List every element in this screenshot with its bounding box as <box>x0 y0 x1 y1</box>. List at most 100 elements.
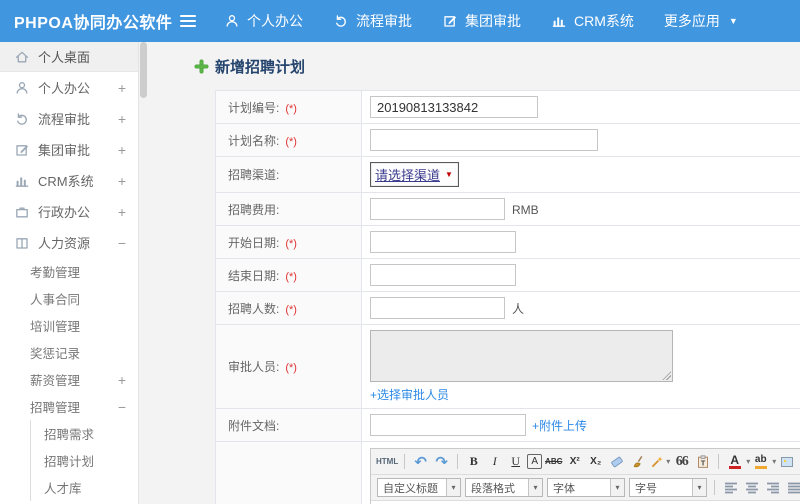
field-label: 审批人员: <box>228 360 280 374</box>
sidebar-item-group-approval[interactable]: 集团审批 + <box>0 134 138 165</box>
sidebar-item-attendance[interactable]: 考勤管理 <box>0 258 138 285</box>
html-source-button[interactable]: HTML <box>376 452 398 472</box>
expand-icon[interactable]: + <box>116 80 128 96</box>
nav-workflow-approval[interactable]: 流程审批 <box>333 11 412 31</box>
caret-down-icon[interactable]: ▾ <box>746 457 750 466</box>
bold-button[interactable]: B <box>464 452 483 472</box>
add-plus-icon <box>195 60 208 73</box>
sidebar-item-rewards[interactable]: 奖惩记录 <box>0 339 138 366</box>
underline-button[interactable]: U <box>506 452 525 472</box>
expand-icon[interactable]: + <box>116 204 128 220</box>
redo-button[interactable]: ↷ <box>432 452 451 472</box>
headcount-input[interactable] <box>370 297 505 319</box>
select-caret-icon: ▼ <box>445 170 453 179</box>
format-brush-icon[interactable] <box>628 452 647 472</box>
approver-textarea[interactable] <box>370 330 673 382</box>
required-marker: (*) <box>285 102 297 115</box>
attachment-input[interactable] <box>370 414 526 436</box>
expand-icon[interactable]: + <box>116 372 128 388</box>
align-right-icon[interactable] <box>763 478 782 498</box>
select-approver-link[interactable]: +选择审批人员 <box>370 388 449 402</box>
table-row: 附件文档: +附件上传 <box>215 408 800 442</box>
align-justify-icon[interactable] <box>784 478 800 498</box>
sidebar-item-recruitment[interactable]: 招聘管理 − <box>0 393 138 420</box>
sidebar-item-recruit-demand[interactable]: 招聘需求 <box>31 420 138 447</box>
eraser-icon[interactable] <box>607 452 626 472</box>
custom-heading-dropdown[interactable]: 自定义标题 ▾ <box>377 478 461 497</box>
caret-down-icon[interactable]: ▾ <box>772 457 776 466</box>
expand-icon[interactable]: + <box>116 142 128 158</box>
start-date-input[interactable] <box>370 231 516 253</box>
required-marker: (*) <box>285 270 297 283</box>
collapse-icon[interactable]: − <box>116 399 128 415</box>
user-icon <box>226 15 238 27</box>
blockquote-button[interactable]: 66 <box>672 452 691 472</box>
caret-down-icon: ▾ <box>528 479 542 496</box>
sidebar-item-recruit-plan[interactable]: 招聘计划 <box>31 447 138 474</box>
align-left-icon[interactable] <box>721 478 740 498</box>
table-row: 开始日期: (*) <box>215 225 800 259</box>
workflow-icon <box>336 15 346 27</box>
sidebar-item-crm-system[interactable]: CRM系统 + <box>0 165 138 196</box>
nav-group-approval[interactable]: 集团审批 <box>442 11 521 31</box>
align-center-icon[interactable] <box>742 478 761 498</box>
nav-more-apps[interactable]: 更多应用 ▼ <box>664 11 738 31</box>
rich-text-editor: HTML ↶ ↷ B I U A ABC X² X₂ ▾ 66 A ▾ ab ▾… <box>370 448 800 504</box>
caret-down-icon: ▼ <box>728 16 738 26</box>
paste-icon[interactable] <box>693 452 712 472</box>
top-nav: 个人办公 流程审批 集团审批 CRM系统 更多应用 ▼ <box>224 11 768 31</box>
sidebar-item-training[interactable]: 培训管理 <box>0 312 138 339</box>
recruit-plan-form: 计划编号: (*) 计划名称: (*) 招聘渠道: 请选择渠道 ▼ 招聘费用: RM… <box>215 90 800 504</box>
menu-toggle-icon[interactable] <box>178 14 198 28</box>
table-row: 计划名称: (*) <box>215 123 800 157</box>
table-row: 招聘人数: (*) 人 <box>215 291 800 325</box>
sidebar-item-talent-pool[interactable]: 人才库 <box>31 474 138 501</box>
image-icon[interactable] <box>777 452 796 472</box>
channel-select[interactable]: 请选择渠道 ▼ <box>370 162 459 187</box>
table-row: 计划编号: (*) <box>215 90 800 124</box>
sidebar-scrollbar[interactable] <box>138 42 148 504</box>
table-row: 招聘渠道: 请选择渠道 ▼ <box>215 156 800 193</box>
attachment-upload-link[interactable]: +附件上传 <box>532 419 587 433</box>
unit-label: 人 <box>512 301 525 316</box>
expand-icon[interactable]: + <box>116 173 128 189</box>
undo-button[interactable]: ↶ <box>411 452 430 472</box>
caret-down-icon: ▾ <box>610 479 624 496</box>
sidebar-item-workflow-approval[interactable]: 流程审批 + <box>0 103 138 134</box>
app-logo: PHPOA协同办公软件 <box>14 15 173 32</box>
sidebar-item-admin-office[interactable]: 行政办公 + <box>0 196 138 227</box>
field-label: 计划编号: <box>228 100 280 115</box>
edit-icon <box>14 142 30 158</box>
magic-wand-icon[interactable]: ▾ <box>649 452 670 472</box>
plan-name-input[interactable] <box>370 129 598 151</box>
field-label: 招聘人数: <box>228 301 280 316</box>
nav-crm-system[interactable]: CRM系统 <box>551 11 634 31</box>
end-date-input[interactable] <box>370 264 516 286</box>
field-label: 计划名称: <box>228 133 280 148</box>
strikethrough-button[interactable]: ABC <box>544 452 563 472</box>
sidebar-item-salary[interactable]: 薪资管理 + <box>0 366 138 393</box>
field-label: 招聘渠道: <box>228 168 280 182</box>
expand-icon[interactable]: + <box>116 111 128 127</box>
required-marker: (*) <box>285 303 297 316</box>
scrollbar-thumb[interactable] <box>140 42 147 98</box>
user-icon <box>14 80 30 96</box>
italic-button[interactable]: I <box>485 452 504 472</box>
superscript-button[interactable]: X² <box>565 452 584 472</box>
highlight-color-button[interactable]: ab <box>751 452 770 472</box>
paragraph-format-dropdown[interactable]: 段落格式 ▾ <box>465 478 543 497</box>
font-color-button[interactable]: A <box>725 452 744 472</box>
sidebar-item-personal-office[interactable]: 个人办公 + <box>0 72 138 103</box>
sidebar-item-personal-desktop[interactable]: 个人桌面 <box>0 42 138 72</box>
font-size-dropdown[interactable]: 字号 ▾ <box>629 478 707 497</box>
plan-number-input[interactable] <box>370 96 538 118</box>
nav-personal-office[interactable]: 个人办公 <box>224 11 303 31</box>
text-style-button[interactable]: A <box>527 454 543 469</box>
collapse-icon[interactable]: − <box>116 235 128 251</box>
app-window: PHPOA协同办公软件 个人办公 流程审批 集团审批 CRM系统 更多应用 ▼ <box>0 0 800 504</box>
sidebar-item-hr-contracts[interactable]: 人事合同 <box>0 285 138 312</box>
sidebar-item-human-resources[interactable]: 人力资源 − <box>0 227 138 258</box>
subscript-button[interactable]: X₂ <box>586 452 605 472</box>
font-family-dropdown[interactable]: 字体 ▾ <box>547 478 625 497</box>
recruit-cost-input[interactable] <box>370 198 505 220</box>
